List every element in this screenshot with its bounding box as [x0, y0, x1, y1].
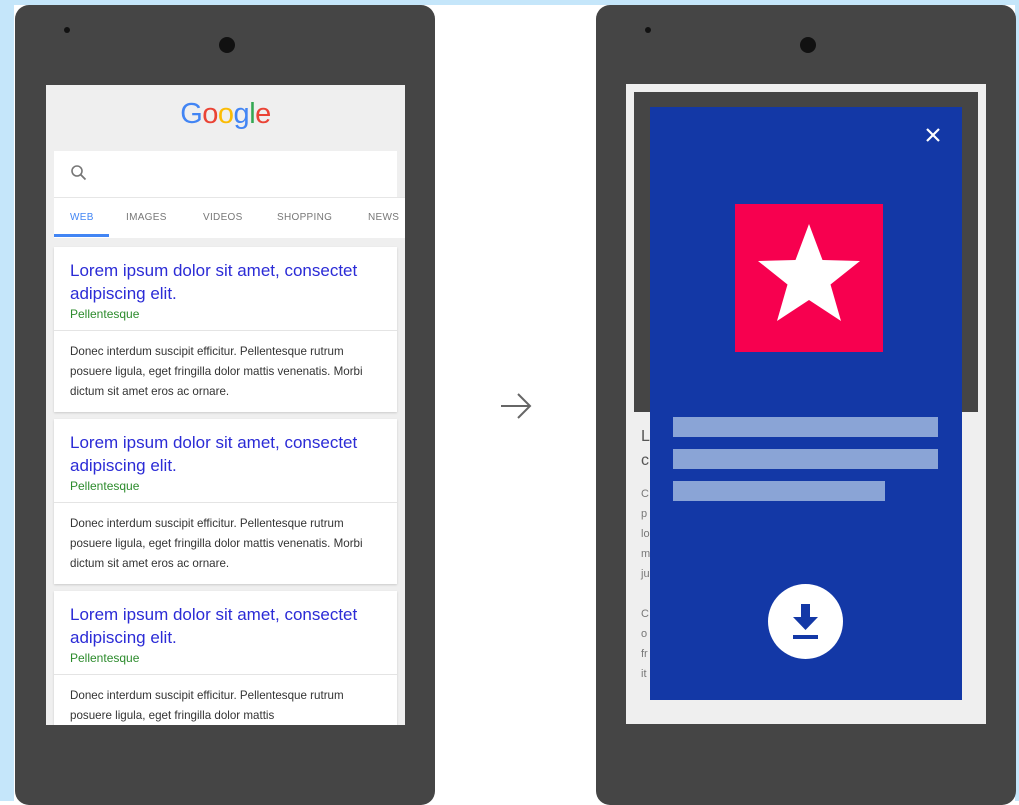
- tab-videos[interactable]: VIDEOS: [203, 212, 243, 223]
- background-text: fr: [641, 648, 648, 660]
- star-icon: [758, 224, 860, 321]
- result-card: Lorem ipsum dolor sit amet, consectet ad…: [54, 419, 397, 584]
- arrow-right-icon: [501, 393, 532, 419]
- phone-before: Google WEB IMAGES VIDEOS SHOPPING NEWS L…: [15, 5, 435, 805]
- result-snippet: Donec interdum suscipit efficitur. Pelle…: [70, 517, 363, 570]
- search-results-screen: Google WEB IMAGES VIDEOS SHOPPING NEWS L…: [46, 85, 405, 725]
- download-icon: [793, 604, 818, 639]
- tab-news[interactable]: NEWS: [368, 212, 399, 223]
- result-title-link[interactable]: Lorem ipsum dolor sit amet, consectet ad…: [70, 259, 381, 305]
- background-text: ju: [641, 568, 650, 580]
- active-tab-indicator: [54, 234, 109, 237]
- tab-web[interactable]: WEB: [70, 212, 94, 223]
- result-card: Lorem ipsum dolor sit amet, consectet ad…: [54, 591, 397, 725]
- search-input[interactable]: [54, 151, 397, 197]
- background-text: L: [641, 428, 650, 445]
- google-logo: Google: [46, 98, 405, 131]
- result-title-link[interactable]: Lorem ipsum dolor sit amet, consectet ad…: [70, 603, 381, 649]
- logo-letter: o: [202, 98, 218, 130]
- background-text: c: [641, 452, 649, 469]
- frame-left-edge: [0, 0, 14, 801]
- background-text: m: [641, 548, 651, 560]
- text-placeholder-line: [673, 417, 938, 437]
- result-card: Lorem ipsum dolor sit amet, consectet ad…: [54, 247, 397, 412]
- logo-letter: G: [180, 98, 203, 130]
- text-placeholder-line: [673, 449, 938, 469]
- text-placeholder-line: [673, 481, 885, 501]
- result-snippet: Donec interdum suscipit efficitur. Pelle…: [70, 345, 363, 398]
- background-text: lo: [641, 528, 650, 540]
- front-camera: [800, 37, 816, 53]
- background-text: o: [641, 628, 648, 640]
- search-icon[interactable]: [70, 164, 88, 182]
- app-icon: [735, 204, 883, 352]
- download-button[interactable]: [768, 584, 843, 659]
- result-site: Pellentesque: [70, 479, 140, 493]
- close-icon[interactable]: [923, 125, 943, 145]
- front-camera: [219, 37, 235, 53]
- tab-shopping[interactable]: SHOPPING: [277, 212, 332, 223]
- logo-letter: o: [217, 98, 234, 130]
- logo-letter: e: [255, 98, 271, 130]
- result-snippet: Donec interdum suscipit efficitur. Pelle…: [70, 689, 344, 722]
- proximity-sensor: [645, 27, 651, 33]
- logo-letter: g: [233, 98, 250, 130]
- result-title-link[interactable]: Lorem ipsum dolor sit amet, consectet ad…: [70, 431, 381, 477]
- background-text: it: [641, 668, 647, 680]
- result-site: Pellentesque: [70, 307, 140, 321]
- search-tabs: WEB IMAGES VIDEOS SHOPPING NEWS: [54, 197, 405, 238]
- tab-images[interactable]: IMAGES: [126, 212, 167, 223]
- result-site: Pellentesque: [70, 651, 140, 665]
- proximity-sensor: [64, 27, 70, 33]
- background-text: p: [641, 508, 648, 520]
- background-text: C: [641, 608, 649, 620]
- app-install-interstitial: [650, 107, 962, 700]
- background-text: C: [641, 488, 649, 500]
